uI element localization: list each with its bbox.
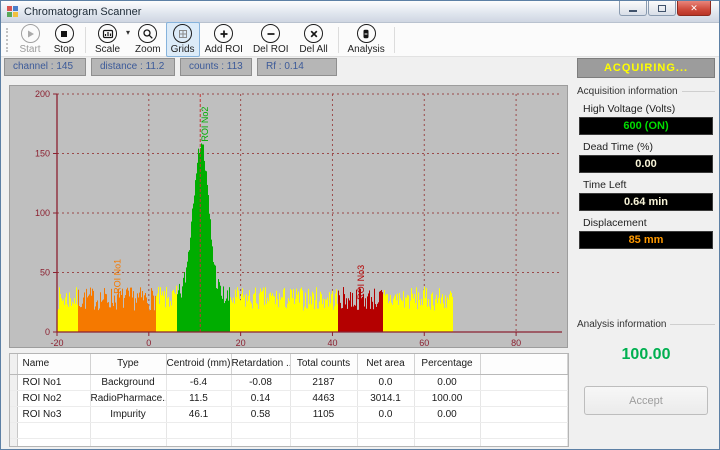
dead-time-label: Dead Time (%) (583, 141, 717, 153)
scale-icon (98, 24, 117, 43)
svg-text:40: 40 (327, 338, 337, 347)
svg-text:200: 200 (35, 89, 50, 99)
del-roi-icon (261, 24, 280, 43)
stop-icon (55, 24, 74, 43)
del-all-icon (304, 24, 323, 43)
chromatogram-panel: 050100150200-20020406080Distance (mm)ROI… (9, 85, 568, 348)
stop-button[interactable]: Stop (47, 22, 81, 57)
maximize-button[interactable] (648, 1, 676, 16)
roi-table: Name Type Centroid (mm) Retardation ... … (10, 354, 568, 447)
time-left-value: 0.64 min (579, 193, 713, 211)
analysis-button[interactable]: Analysis (343, 22, 390, 57)
svg-text:0: 0 (146, 338, 151, 347)
analysis-percentage-value: 100.00 (575, 346, 717, 364)
del-roi-button[interactable]: Del ROI (248, 22, 294, 57)
svg-text:ROI No3: ROI No3 (356, 265, 366, 300)
time-left-label: Time Left (583, 179, 717, 191)
svg-text:20: 20 (236, 338, 246, 347)
high-voltage-label: High Voltage (Volts) (583, 103, 717, 115)
col-retardation[interactable]: Retardation ... (231, 354, 290, 374)
close-icon: ✕ (690, 3, 698, 14)
close-button[interactable]: ✕ (677, 1, 711, 16)
col-filler (480, 354, 568, 374)
maximize-icon (658, 5, 666, 12)
app-icon (7, 6, 19, 18)
svg-text:50: 50 (40, 268, 50, 278)
channel-readout: channel : 145 (4, 58, 86, 76)
table-row[interactable]: ROI No2 RadioPharmace... 11.5 0.14 4463 … (10, 390, 568, 406)
toolbar-separator (338, 27, 339, 53)
table-empty-row (10, 422, 568, 438)
high-voltage-value: 600 (ON) (579, 117, 713, 135)
zoom-icon (138, 24, 157, 43)
table-header-row: Name Type Centroid (mm) Retardation ... … (10, 354, 568, 374)
displacement-label: Displacement (583, 217, 717, 229)
acquisition-group-title: Acquisition information (577, 86, 715, 97)
counts-readout: counts : 113 (180, 58, 252, 76)
analysis-icon (357, 24, 376, 43)
col-net-area[interactable]: Net area (357, 354, 414, 374)
svg-text:60: 60 (419, 338, 429, 347)
svg-text:ROI No2: ROI No2 (200, 107, 210, 142)
start-button[interactable]: Start (13, 22, 47, 57)
app-window: Chromatogram Scanner ✕ Start Stop (0, 0, 720, 450)
right-panel: ACQUIRING... Acquisition information Hig… (575, 57, 717, 449)
svg-text:80: 80 (511, 338, 521, 347)
chromatogram-chart[interactable]: 050100150200-20020406080Distance (mm)ROI… (10, 86, 567, 347)
table-empty-row (10, 438, 568, 447)
toolbar: Start Stop Scale ▾ (1, 23, 719, 57)
scale-button[interactable]: Scale (90, 22, 125, 57)
svg-text:-20: -20 (50, 338, 63, 347)
add-roi-icon (214, 24, 233, 43)
displacement-value: 85 mm (579, 231, 713, 249)
status-row: channel : 145 distance : 11.2 counts : 1… (4, 58, 337, 76)
grids-button[interactable]: Grids (166, 22, 200, 57)
svg-text:ROI No1: ROI No1 (113, 259, 123, 294)
svg-text:100: 100 (35, 208, 50, 218)
toolbar-separator (394, 27, 395, 53)
col-type[interactable]: Type (90, 354, 166, 374)
svg-text:0: 0 (45, 327, 50, 337)
play-icon (21, 24, 40, 43)
table-row[interactable]: ROI No3 Impurity 46.1 0.58 1105 0.0 0.00 (10, 406, 568, 422)
svg-text:150: 150 (35, 149, 50, 159)
del-all-button[interactable]: Del All (294, 22, 334, 57)
dead-time-value: 0.00 (579, 155, 713, 173)
titlebar[interactable]: Chromatogram Scanner ✕ (1, 1, 719, 23)
col-centroid[interactable]: Centroid (mm) (166, 354, 231, 374)
roi-table-panel: Name Type Centroid (mm) Retardation ... … (9, 353, 569, 447)
zoom-button[interactable]: Zoom (130, 22, 166, 57)
window-title: Chromatogram Scanner (24, 6, 141, 18)
toolbar-separator (85, 27, 86, 53)
toolbar-grip[interactable] (6, 28, 9, 52)
col-total-counts[interactable]: Total counts (290, 354, 357, 374)
col-name[interactable]: Name (17, 354, 90, 374)
acquiring-status-badge: ACQUIRING... (577, 58, 715, 78)
rf-readout: Rf : 0.14 (257, 58, 337, 76)
grids-icon (173, 24, 192, 43)
analysis-group-title: Analysis information (577, 319, 715, 330)
distance-readout: distance : 11.2 (91, 58, 175, 76)
col-percentage[interactable]: Percentage (414, 354, 480, 374)
minimize-icon (629, 10, 637, 12)
accept-button[interactable]: Accept (584, 386, 708, 415)
table-row[interactable]: ROI No1 Background -6.4 -0.08 2187 0.0 0… (10, 374, 568, 390)
add-roi-button[interactable]: Add ROI (200, 22, 248, 57)
minimize-button[interactable] (619, 1, 647, 16)
